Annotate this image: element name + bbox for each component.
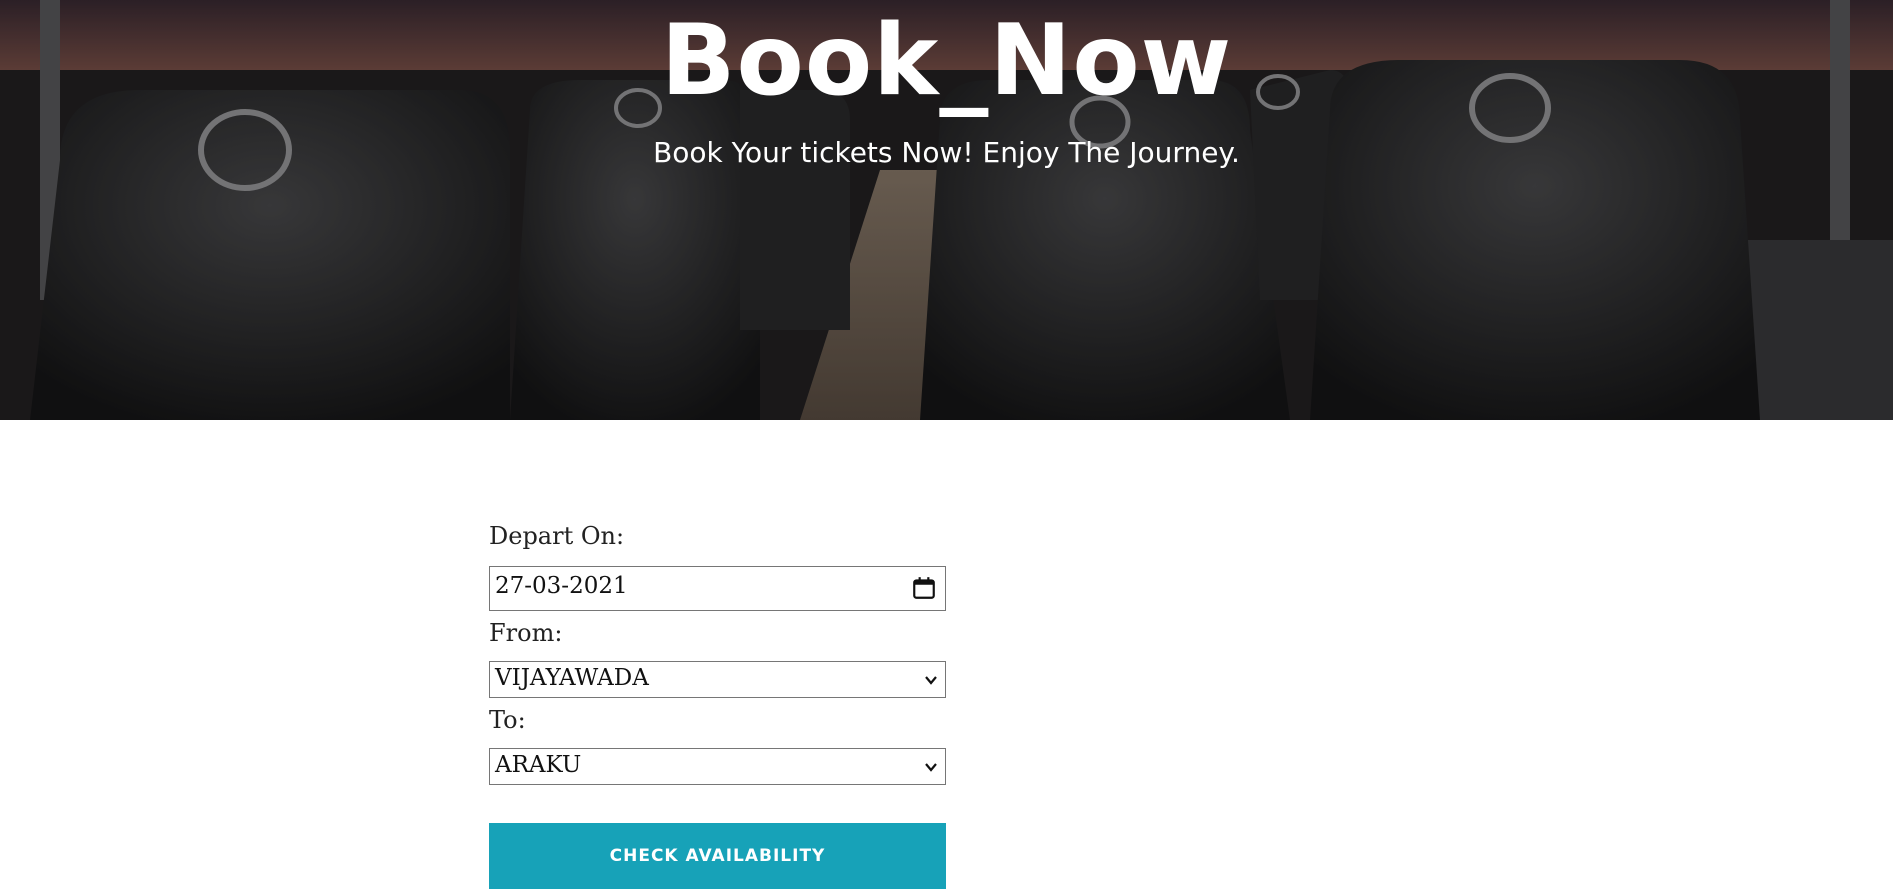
booking-form: Depart On: 27-03-2021 From: VIJAYAWADA T…: [489, 520, 946, 889]
to-select[interactable]: ARAKU: [489, 748, 946, 785]
page-title: Book_Now: [660, 4, 1233, 118]
calendar-icon[interactable]: [911, 575, 937, 601]
from-select-value: VIJAYAWADA: [495, 665, 649, 691]
depart-date-input[interactable]: 27-03-2021: [489, 566, 946, 611]
to-select-value: ARAKU: [495, 752, 582, 778]
depart-date-value: 27-03-2021: [495, 573, 628, 599]
hero-banner: Book_Now Book Your tickets Now! Enjoy Th…: [0, 0, 1893, 420]
page-subtitle: Book Your tickets Now! Enjoy The Journey…: [653, 136, 1240, 169]
from-select[interactable]: VIJAYAWADA: [489, 661, 946, 698]
check-availability-button[interactable]: CHECK AVAILABILITY: [489, 823, 946, 889]
from-label: From:: [489, 619, 563, 647]
depart-label: Depart On:: [489, 522, 625, 550]
chevron-down-icon: [925, 676, 937, 685]
chevron-down-icon: [925, 763, 937, 772]
to-label: To:: [489, 706, 526, 734]
